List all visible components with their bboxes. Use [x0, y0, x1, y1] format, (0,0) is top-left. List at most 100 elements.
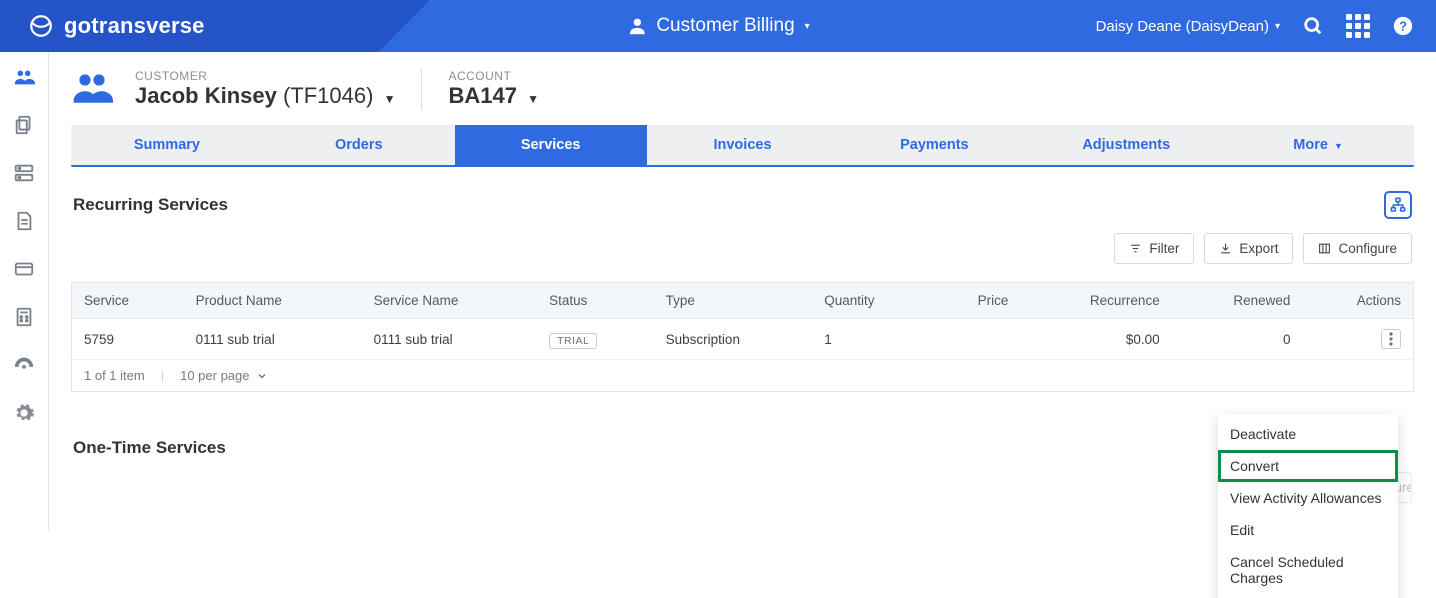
kebab-icon [1389, 332, 1393, 346]
filter-button[interactable]: Filter [1114, 233, 1194, 264]
module-name: Customer Billing [656, 15, 794, 37]
tab-more-label: More [1293, 137, 1328, 153]
table-toolbar: Filter Export Configure [73, 233, 1412, 264]
rail-settings-icon[interactable] [13, 402, 35, 424]
cell-renewed: 0 [1172, 319, 1303, 360]
row-actions-button[interactable] [1381, 329, 1401, 349]
brand-logo-icon [28, 13, 54, 39]
table-header-row: Service Product Name Service Name Status… [72, 283, 1414, 319]
cell-price [932, 319, 1020, 360]
account-label: ACCOUNT [448, 69, 539, 83]
customer-picker[interactable]: Jacob Kinsey (TF1046) ▼ [135, 83, 395, 109]
filter-icon [1129, 242, 1142, 255]
col-price[interactable]: Price [932, 283, 1020, 319]
cell-qty: 1 [812, 319, 932, 360]
help-icon[interactable]: ? [1392, 15, 1414, 37]
tab-summary[interactable]: Summary [71, 125, 263, 165]
col-recur[interactable]: Recurrence [1020, 283, 1171, 319]
col-service[interactable]: Service [72, 283, 184, 319]
hierarchy-button[interactable] [1384, 191, 1412, 219]
menu-cancel-sched[interactable]: Cancel Scheduled Charges [1218, 546, 1398, 594]
col-sname[interactable]: Service Name [362, 283, 538, 319]
rail-card-icon[interactable] [13, 258, 35, 280]
cell-recur: $0.00 [1020, 319, 1171, 360]
user-icon [626, 15, 648, 37]
chevron-down-icon: ▾ [1275, 21, 1280, 32]
cell-service: 5759 [72, 319, 184, 360]
menu-convert[interactable]: Convert [1218, 450, 1398, 482]
onetime-toolbar: Filter gure [73, 472, 1412, 503]
brand[interactable]: gotransverse [28, 13, 205, 39]
rail-server-icon[interactable] [13, 162, 35, 184]
columns-icon [1318, 242, 1331, 255]
context-header: CUSTOMER Jacob Kinsey (TF1046) ▼ ACCOUNT… [71, 66, 1414, 111]
col-renewed[interactable]: Renewed [1172, 283, 1303, 319]
user-menu[interactable]: Daisy Deane (DaisyDean) ▾ [1096, 18, 1280, 35]
module-switcher[interactable]: Customer Billing ▾ [626, 15, 809, 37]
svg-text:?: ? [1399, 19, 1407, 34]
topbar-right: Daisy Deane (DaisyDean) ▾ ? [1096, 14, 1414, 38]
tab-more[interactable]: More ▼ [1222, 125, 1414, 165]
rail-copy-icon[interactable] [13, 114, 35, 136]
export-label: Export [1239, 241, 1278, 256]
col-qty[interactable]: Quantity [812, 283, 932, 319]
tab-payments[interactable]: Payments [838, 125, 1030, 165]
main-content: CUSTOMER Jacob Kinsey (TF1046) ▼ ACCOUNT… [49, 52, 1436, 530]
chevron-down-icon [256, 370, 268, 382]
customers-icon [71, 66, 113, 111]
chevron-down-icon: ▼ [384, 92, 396, 106]
cell-sname: 0111 sub trial [362, 319, 538, 360]
customer-block: CUSTOMER Jacob Kinsey (TF1046) ▼ [71, 66, 395, 111]
menu-deactivate[interactable]: Deactivate [1218, 418, 1398, 450]
rail-customers-icon[interactable] [13, 66, 35, 88]
table-pager: 1 of 1 item | 10 per page [71, 360, 1414, 392]
chevron-down-icon: ▼ [527, 92, 539, 106]
section-recurring-title: Recurring Services [73, 195, 228, 215]
left-rail [0, 52, 49, 530]
top-bar: gotransverse Customer Billing ▾ Daisy De… [0, 0, 1436, 52]
configure-label: Configure [1338, 241, 1397, 256]
customer-label: CUSTOMER [135, 69, 395, 83]
account-tabs: Summary Orders Services Invoices Payment… [71, 125, 1414, 167]
tab-invoices[interactable]: Invoices [647, 125, 839, 165]
cell-type: Subscription [654, 319, 813, 360]
apps-icon[interactable] [1346, 14, 1370, 38]
account-block: ACCOUNT BA147 ▼ [448, 69, 539, 109]
customer-name: Jacob Kinsey [135, 83, 277, 108]
tab-adjustments[interactable]: Adjustments [1030, 125, 1222, 165]
col-actions: Actions [1302, 283, 1413, 319]
per-page-label: 10 per page [180, 368, 249, 383]
brand-name: gotransverse [64, 13, 205, 39]
account-picker[interactable]: BA147 ▼ [448, 83, 539, 109]
user-display: Daisy Deane (DaisyDean) [1096, 18, 1269, 35]
cell-status: TRIAL [537, 319, 654, 360]
rail-document-icon[interactable] [13, 210, 35, 232]
account-number: BA147 [448, 83, 516, 108]
cell-product: 0111 sub trial [184, 319, 362, 360]
menu-edit[interactable]: Edit [1218, 514, 1398, 546]
col-status[interactable]: Status [537, 283, 654, 319]
cell-actions [1302, 319, 1413, 360]
tab-orders[interactable]: Orders [263, 125, 455, 165]
divider [421, 68, 422, 110]
tab-services[interactable]: Services [455, 125, 647, 165]
table-row[interactable]: 5759 0111 sub trial 0111 sub trial TRIAL… [72, 319, 1414, 360]
search-icon[interactable] [1302, 15, 1324, 37]
col-product[interactable]: Product Name [184, 283, 362, 319]
section-onetime-title: One-Time Services [73, 438, 1412, 458]
customer-code: (TF1046) [283, 83, 373, 108]
download-icon [1219, 242, 1232, 255]
rail-dashboard-icon[interactable] [13, 354, 35, 376]
status-badge: TRIAL [549, 333, 597, 349]
rail-calculator-icon[interactable] [13, 306, 35, 328]
filter-label: Filter [1149, 241, 1179, 256]
row-actions-menu: Deactivate Convert View Activity Allowan… [1218, 414, 1398, 598]
divider: | [161, 368, 164, 383]
export-button[interactable]: Export [1204, 233, 1293, 264]
col-type[interactable]: Type [654, 283, 813, 319]
menu-view-allow[interactable]: View Activity Allowances [1218, 482, 1398, 514]
chevron-down-icon: ▼ [1334, 141, 1343, 151]
chevron-down-icon: ▾ [805, 21, 810, 32]
configure-button[interactable]: Configure [1303, 233, 1412, 264]
per-page-select[interactable]: 10 per page [180, 368, 267, 383]
